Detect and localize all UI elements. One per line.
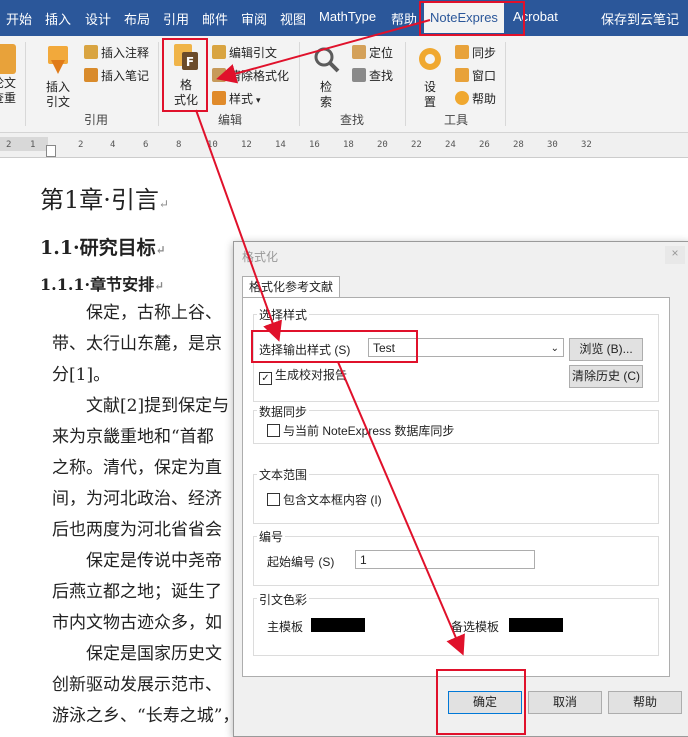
arrow-format-to-style [195, 109, 282, 342]
arrow-tab-to-format [216, 19, 431, 84]
arrow-style-to-ok [337, 361, 465, 656]
annotation-arrows [195, 19, 465, 656]
